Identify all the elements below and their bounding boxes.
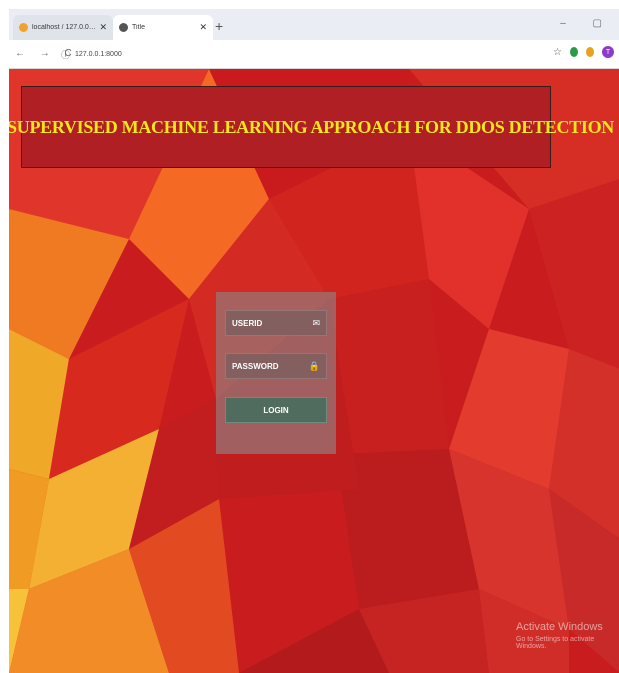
tab-bar: localhost / 127.0.0.1 / ddos_attac ✕ Tit… xyxy=(9,9,619,40)
url-text: 127.0.0.1:8000 xyxy=(75,51,122,58)
envelope-icon: ✉ xyxy=(312,317,320,328)
new-tab-icon[interactable]: + xyxy=(215,18,223,34)
userid-placeholder: USERID xyxy=(232,318,263,328)
globe-favicon-icon xyxy=(119,23,128,32)
watermark-title: Activate Windows xyxy=(516,621,603,633)
watermark-subtitle: Go to Settings to activate Windows. xyxy=(516,636,595,650)
userid-input[interactable]: USERID ✉ xyxy=(225,310,327,336)
phpmyadmin-favicon-icon xyxy=(19,23,28,32)
address-bar[interactable]: ⓘ 127.0.0.1:8000 xyxy=(61,46,531,63)
tab-phpmyadmin[interactable]: localhost / 127.0.0.1 / ddos_attac ✕ xyxy=(13,15,113,40)
browser-toolbar: ← → C ⓘ 127.0.0.1:8000 ☆ T xyxy=(9,40,619,69)
tab-label: Title xyxy=(132,24,145,31)
extension-icon[interactable] xyxy=(586,47,594,57)
login-button[interactable]: LOGIN xyxy=(225,397,327,423)
page-title: SEMI SUPERVISED MACHINE LEARNING APPROAC… xyxy=(9,116,614,137)
extension-icon[interactable] xyxy=(570,47,578,57)
close-tab-icon[interactable]: ✕ xyxy=(199,22,207,33)
title-banner: SEMI SUPERVISED MACHINE LEARNING APPROAC… xyxy=(9,86,614,168)
password-placeholder: PASSWORD xyxy=(232,361,279,371)
login-panel: USERID ✉ PASSWORD 🔒 LOGIN xyxy=(216,292,336,454)
bookmark-star-icon[interactable]: ☆ xyxy=(553,47,562,58)
site-info-icon[interactable]: ⓘ xyxy=(61,48,70,61)
password-input[interactable]: PASSWORD 🔒 xyxy=(225,353,327,379)
tab-label: localhost / 127.0.0.1 / ddos_attac xyxy=(32,24,96,31)
profile-avatar[interactable]: T xyxy=(602,46,614,58)
window-controls[interactable]: – ▢ xyxy=(560,18,614,29)
page-content: SEMI SUPERVISED MACHINE LEARNING APPROAC… xyxy=(9,69,619,673)
browser-window: localhost / 127.0.0.1 / ddos_attac ✕ Tit… xyxy=(9,9,619,673)
activate-windows-watermark: Activate Windows Go to Settings to activ… xyxy=(516,621,619,650)
lock-icon: 🔒 xyxy=(308,360,320,371)
tab-title[interactable]: Title ✕ xyxy=(113,15,213,40)
close-tab-icon[interactable]: ✕ xyxy=(99,22,107,33)
toolbar-actions: ☆ T xyxy=(553,46,614,58)
